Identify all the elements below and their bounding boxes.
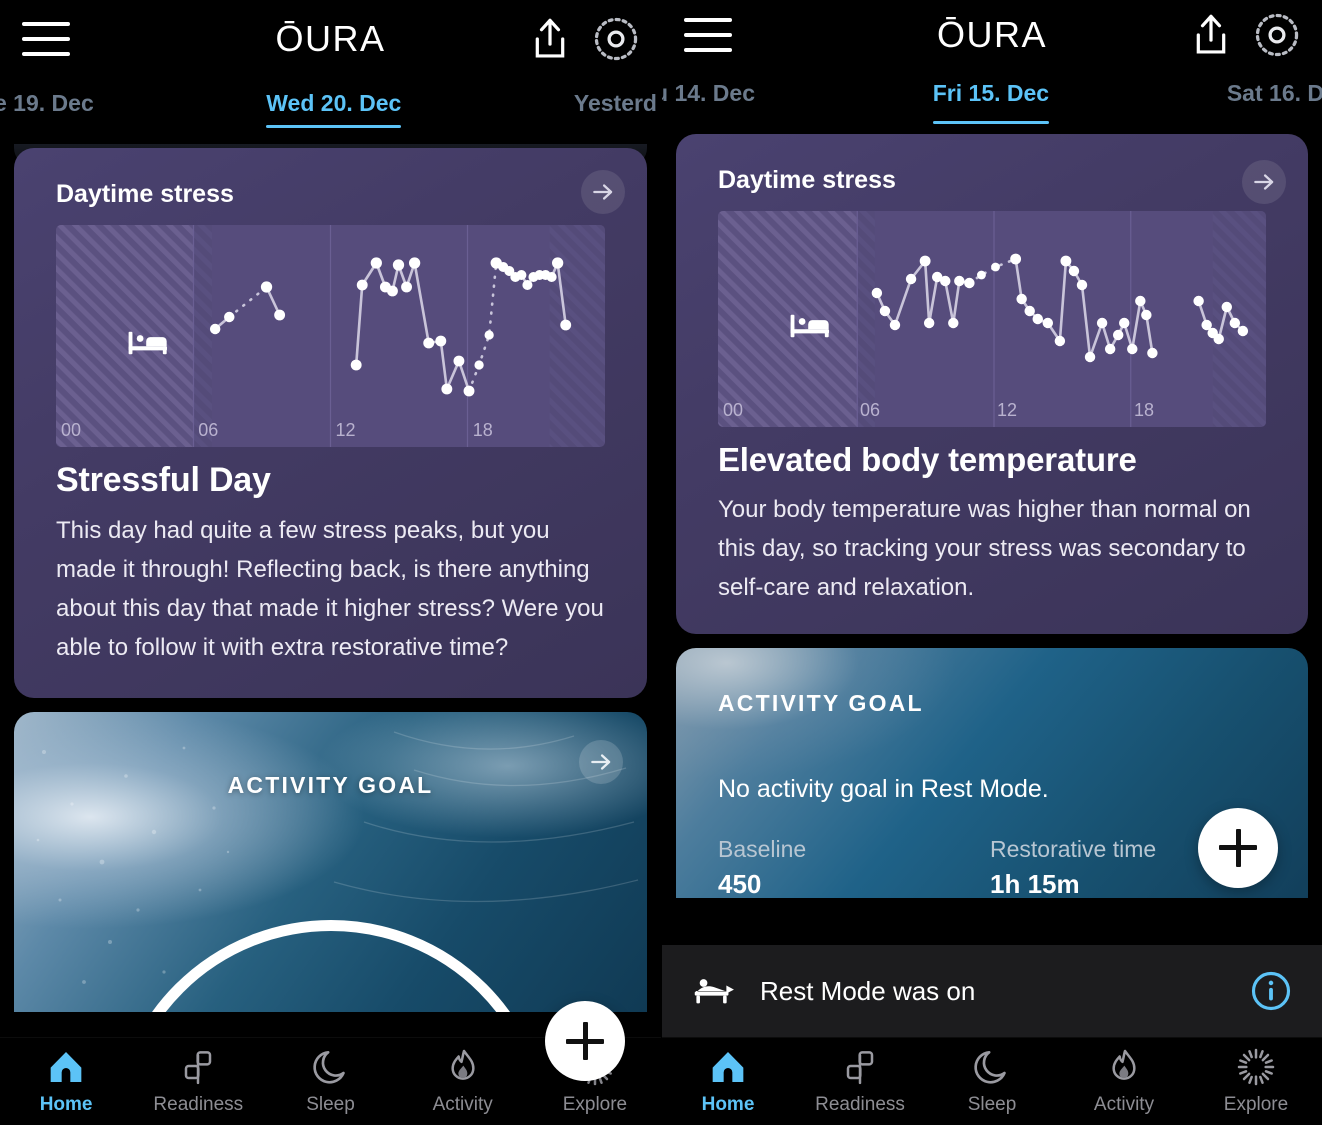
day-selector-tabs: e 19. Dec Wed 20. Dec Yesterd — [0, 78, 661, 140]
top-app-bar: ŌURA — [0, 0, 661, 78]
home-icon — [50, 1052, 82, 1082]
nav-label-home: Home — [39, 1094, 93, 1115]
content-scroll-area[interactable]: Daytime stress — [0, 148, 661, 1125]
nav-label-activity: Activity — [432, 1094, 493, 1115]
nav-item-readiness[interactable]: Readiness — [132, 1047, 264, 1116]
activity-goal-card[interactable]: ACTIVITY GOAL 331 — [14, 711, 647, 1012]
info-icon[interactable] — [1250, 970, 1292, 1012]
sunburst-icon — [1237, 1048, 1275, 1086]
stat-baseline: Baseline 450 — [718, 836, 990, 898]
add-button[interactable] — [545, 1001, 625, 1081]
day-tab-next[interactable]: Sat 16. D — [1227, 80, 1322, 107]
activity-goal-message: No activity goal in Rest Mode. — [718, 774, 1049, 803]
bottom-navigation: Home Readiness Sleep Activity Explore — [662, 1037, 1322, 1125]
nav-item-home[interactable]: Home — [0, 1047, 132, 1116]
day-tab-active[interactable]: Fri 15. Dec — [932, 80, 1050, 124]
stress-chart-left[interactable]: 00 06 12 18 — [56, 225, 605, 447]
day-tab-active[interactable]: Wed 20. Dec — [266, 90, 402, 128]
rest-bed-icon — [694, 979, 734, 1004]
arrow-right-icon — [1254, 174, 1274, 190]
nav-label-readiness: Readiness — [815, 1094, 905, 1115]
activity-goal-kicker: ACTIVITY GOAL — [718, 689, 924, 716]
nav-item-activity[interactable]: Activity — [1058, 1047, 1190, 1116]
stat-value-baseline: 450 — [718, 868, 762, 898]
add-button[interactable] — [1198, 807, 1278, 888]
moon-icon — [974, 1051, 1006, 1084]
flame-icon — [451, 1049, 475, 1080]
nav-label-sleep: Sleep — [306, 1094, 355, 1115]
stress-chart-right[interactable]: 00 06 12 18 — [718, 211, 1266, 427]
nav-item-home[interactable]: Home — [662, 1047, 794, 1116]
nav-label-explore: Explore — [1223, 1094, 1289, 1115]
rest-mode-banner[interactable]: Rest Mode was on — [662, 945, 1322, 1037]
daytime-stress-card[interactable]: Daytime stress — [14, 148, 647, 698]
hamburger-menu-icon[interactable] — [22, 22, 70, 56]
nav-item-readiness[interactable]: Readiness — [794, 1047, 926, 1116]
stat-label-baseline: Baseline — [718, 835, 807, 862]
nav-label-readiness: Readiness — [153, 1094, 244, 1115]
share-icon[interactable] — [1190, 13, 1232, 57]
nav-item-explore[interactable]: Explore — [1190, 1047, 1322, 1116]
hamburger-menu-icon[interactable] — [684, 18, 732, 52]
leaf-icon — [185, 1051, 212, 1085]
share-icon[interactable] — [529, 17, 571, 61]
top-app-bar: ŌURA — [662, 0, 1322, 70]
insight-body: Your body temperature was higher than no… — [718, 496, 1251, 601]
day-selector-tabs: u 14. Dec Fri 15. Dec Sat 16. D — [662, 70, 1322, 132]
stress-insight: Elevated body temperature Your body temp… — [676, 427, 1308, 612]
arrow-right-icon — [593, 184, 613, 200]
insight-heading: Elevated body temperature — [718, 441, 1137, 478]
daytime-stress-card[interactable]: Daytime stress — [676, 134, 1308, 634]
rest-mode-text: Rest Mode was on — [760, 975, 976, 1006]
insight-heading: Stressful Day — [56, 461, 271, 499]
nav-item-sleep[interactable]: Sleep — [926, 1047, 1058, 1116]
top-bar-actions — [1190, 12, 1300, 58]
nav-label-home: Home — [701, 1094, 755, 1115]
ring-status-icon[interactable] — [593, 16, 639, 62]
bed-icon — [789, 306, 837, 346]
activity-goal-kicker: ACTIVITY GOAL — [227, 771, 434, 798]
ring-status-icon[interactable] — [1254, 12, 1300, 58]
home-icon — [712, 1052, 744, 1082]
phone-screen-right: ŌURA u 14. Dec Fri 15. Dec Sat 16. D Day… — [661, 0, 1322, 1125]
nav-label-sleep: Sleep — [967, 1094, 1017, 1115]
stress-card-arrow-button[interactable] — [1242, 160, 1286, 204]
stress-card-title: Daytime stress — [56, 180, 234, 208]
nav-label-explore: Explore — [562, 1094, 628, 1115]
activity-goal-stats: Baseline 450 Restorative time 1h 15m — [718, 836, 1266, 898]
moon-icon — [312, 1051, 345, 1084]
insight-body: This day had quite a few stress peaks, b… — [56, 517, 604, 661]
flame-icon — [1112, 1049, 1136, 1080]
stress-insight: Stressful Day This day had quite a few s… — [14, 447, 647, 672]
activity-goal-card[interactable]: ACTIVITY GOAL No activity goal in Rest M… — [676, 648, 1308, 898]
day-tab-next[interactable]: Yesterd — [574, 90, 657, 117]
day-tab-previous[interactable]: e 19. Dec — [0, 90, 94, 117]
nav-item-sleep[interactable]: Sleep — [264, 1047, 396, 1116]
top-bar-actions — [529, 16, 639, 62]
stress-card-title: Daytime stress — [718, 166, 896, 194]
dual-screenshot-container: ŌURA e 19. Dec Wed 20. Dec Yesterd Dayti… — [0, 0, 1322, 1125]
day-tab-previous[interactable]: u 14. Dec — [662, 80, 755, 107]
nav-label-activity: Activity — [1093, 1094, 1155, 1115]
nav-item-activity[interactable]: Activity — [397, 1047, 529, 1116]
phone-screen-left: ŌURA e 19. Dec Wed 20. Dec Yesterd Dayti… — [0, 0, 661, 1125]
stress-chart-wrapper: 00 06 12 18 — [14, 209, 647, 447]
bed-icon — [127, 323, 175, 363]
leaf-icon — [846, 1051, 874, 1085]
stress-card-arrow-button[interactable] — [581, 170, 625, 214]
stress-chart-wrapper: 00 06 12 18 — [676, 195, 1308, 427]
